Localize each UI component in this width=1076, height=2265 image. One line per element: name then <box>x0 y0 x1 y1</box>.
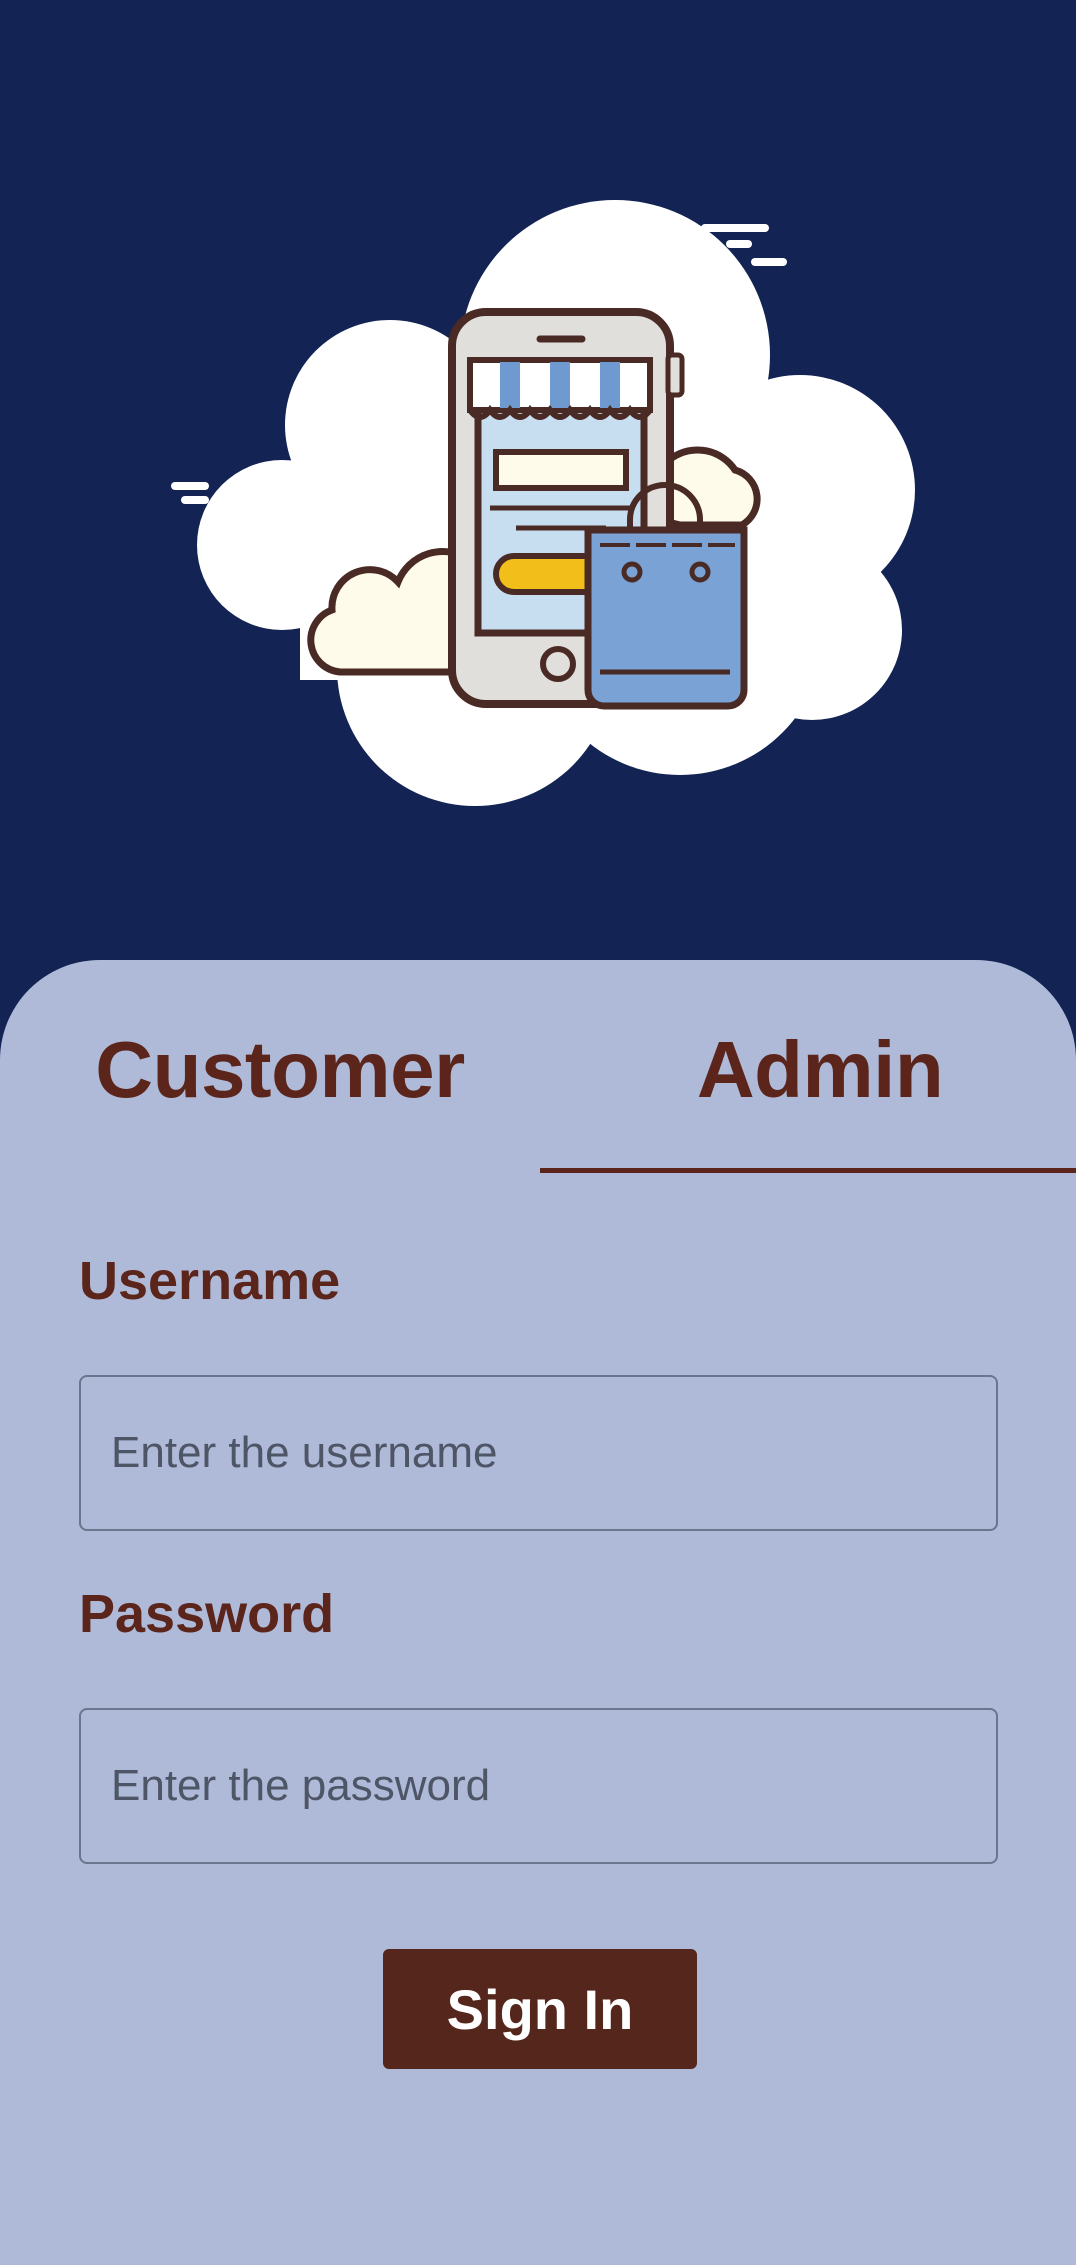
hero-section <box>0 0 1076 960</box>
password-input[interactable] <box>79 1708 998 1864</box>
password-label: Password <box>79 1584 335 1644</box>
sign-in-button[interactable]: Sign In <box>383 1949 697 2069</box>
tab-customer[interactable]: Customer <box>0 1020 560 1120</box>
username-input[interactable] <box>79 1375 998 1531</box>
tab-selected-indicator <box>540 1168 1076 1173</box>
login-screen: Customer Admin Username Password Sign In <box>0 0 1076 2265</box>
tab-admin[interactable]: Admin <box>540 1020 1076 1120</box>
login-card: Customer Admin Username Password Sign In <box>0 960 1076 2265</box>
username-label: Username <box>79 1251 341 1311</box>
cloud-shopping-illustration <box>171 200 915 806</box>
